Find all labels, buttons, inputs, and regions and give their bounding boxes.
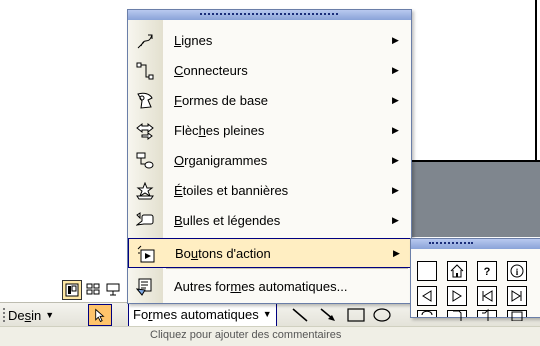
chevron-down-icon: ▼ <box>45 310 55 320</box>
action-return-icon <box>421 310 433 316</box>
action-end-button[interactable] <box>507 286 527 306</box>
menu-item-formes-de-base[interactable]: Formes de base ▶ <box>128 86 411 116</box>
slide-show-icon <box>106 283 120 296</box>
svg-text:?: ? <box>484 266 491 278</box>
menu-item-autres-formes[interactable]: Autres formes automatiques... <box>128 272 411 302</box>
flowchart-icon <box>135 152 155 170</box>
submenu-arrow-icon: ▶ <box>392 155 399 165</box>
basic-shapes-icon <box>135 92 155 110</box>
action-help-icon: ? <box>484 266 491 278</box>
rectangle-button[interactable] <box>346 306 366 324</box>
action-end-icon <box>511 290 522 302</box>
normal-view-button[interactable] <box>62 280 82 300</box>
pointer-icon <box>95 308 105 322</box>
action-sound-button[interactable] <box>477 308 497 321</box>
autoshapes-menu: Lignes ▶ Connecteurs ▶ Formes de base ▶ … <box>127 9 412 304</box>
view-buttons-row: < <box>62 280 135 302</box>
submenu-drag-grip[interactable] <box>429 242 473 247</box>
action-document-button[interactable] <box>447 310 467 321</box>
submenu-title-bar[interactable] <box>411 239 540 249</box>
action-movie-icon <box>511 311 523 321</box>
action-return-button[interactable] <box>417 310 437 317</box>
slide-sorter-gray-area <box>390 160 540 237</box>
more-autoshapes-icon <box>135 278 155 296</box>
action-back-icon <box>422 290 432 302</box>
menu-label: Boutons d'action <box>175 246 271 261</box>
action-document-icon <box>453 310 462 321</box>
action-forward-icon <box>452 290 462 302</box>
menu-drag-grip[interactable] <box>200 13 338 18</box>
action-custom-icon <box>420 264 434 278</box>
connectors-icon <box>135 62 155 80</box>
arrow-icon <box>320 308 335 321</box>
autoshapes-label: Formes automatiques <box>133 306 259 322</box>
block-arrows-icon <box>135 122 155 140</box>
action-buttons-submenu: ? i <box>410 238 540 321</box>
arrow-button[interactable] <box>318 306 338 324</box>
submenu-arrow-icon: ▶ <box>392 215 399 225</box>
submenu-arrow-icon: ▶ <box>393 248 400 258</box>
menu-label: Formes de base <box>174 93 268 108</box>
action-custom-button[interactable] <box>417 261 437 281</box>
autoshapes-menu-button[interactable]: Formes automatiques ▼ <box>128 302 277 327</box>
svg-text:i: i <box>516 267 519 277</box>
line-icon <box>292 308 308 322</box>
menu-item-lignes[interactable]: Lignes ▶ <box>128 26 411 56</box>
normal-view-icon <box>65 283 79 297</box>
menu-label: Connecteurs <box>174 63 248 78</box>
submenu-arrow-icon: ▶ <box>392 95 399 105</box>
action-buttons-icon <box>136 245 156 263</box>
slide-show-button[interactable] <box>104 280 122 298</box>
submenu-arrow-icon: ▶ <box>392 125 399 135</box>
menu-title-bar[interactable] <box>128 10 411 20</box>
action-beginning-icon <box>482 290 493 302</box>
menu-label: Autres formes automatiques... <box>174 279 348 294</box>
submenu-arrow-icon: ▶ <box>392 35 399 45</box>
action-forward-button[interactable] <box>447 286 467 306</box>
action-movie-button[interactable] <box>507 310 527 321</box>
menu-label: Lignes <box>174 33 213 48</box>
callouts-icon <box>135 212 155 230</box>
submenu-arrow-icon: ▶ <box>392 65 399 75</box>
action-help-button[interactable]: ? <box>477 261 497 281</box>
action-home-icon <box>450 264 464 278</box>
notes-placeholder: Cliquez pour ajouter des commentaires <box>150 329 342 341</box>
menu-item-connecteurs[interactable]: Connecteurs ▶ <box>128 56 411 86</box>
slide-sorter-icon <box>86 283 100 295</box>
action-information-icon: i <box>510 264 524 278</box>
menu-item-organigrammes[interactable]: Organigrammes ▶ <box>128 146 411 176</box>
line-button[interactable] <box>290 306 310 324</box>
action-information-button[interactable]: i <box>507 261 527 281</box>
menu-label: Bulles et légendes <box>174 213 281 228</box>
notes-pane: Cliquez pour ajouter des commentaires <box>0 326 540 346</box>
menu-label: Étoiles et bannières <box>174 183 289 198</box>
lines-icon <box>135 32 155 50</box>
menu-label: Flèches pleines <box>174 123 265 138</box>
toolbar-grip[interactable] <box>3 308 7 322</box>
menu-separator <box>166 268 408 269</box>
action-back-button[interactable] <box>417 286 437 306</box>
submenu-arrow-icon: ▶ <box>392 185 399 195</box>
select-objects-button[interactable] <box>88 304 112 326</box>
menu-label: Organigrammes <box>174 153 268 168</box>
stars-banners-icon <box>135 182 155 200</box>
action-beginning-button[interactable] <box>477 286 497 306</box>
menu-item-boutons-action[interactable]: Boutons d'action ▶ <box>128 238 411 268</box>
oval-button[interactable] <box>372 306 392 324</box>
menu-item-bulles-legendes[interactable]: Bulles et légendes ▶ <box>128 206 411 236</box>
chevron-down-icon: ▼ <box>262 309 272 319</box>
slide-sorter-view-button[interactable] <box>84 280 102 298</box>
oval-icon <box>373 308 391 322</box>
dessin-menu-button[interactable]: Desin ▼ <box>8 305 54 325</box>
menu-item-fleches-pleines[interactable]: Flèches pleines ▶ <box>128 116 411 146</box>
menu-item-etoiles-bannieres[interactable]: Étoiles et bannières ▶ <box>128 176 411 206</box>
rectangle-icon <box>347 308 365 322</box>
action-sound-icon <box>482 308 489 321</box>
dessin-label: Desin <box>8 307 42 323</box>
slide-border <box>535 0 537 160</box>
action-home-button[interactable] <box>447 261 467 281</box>
